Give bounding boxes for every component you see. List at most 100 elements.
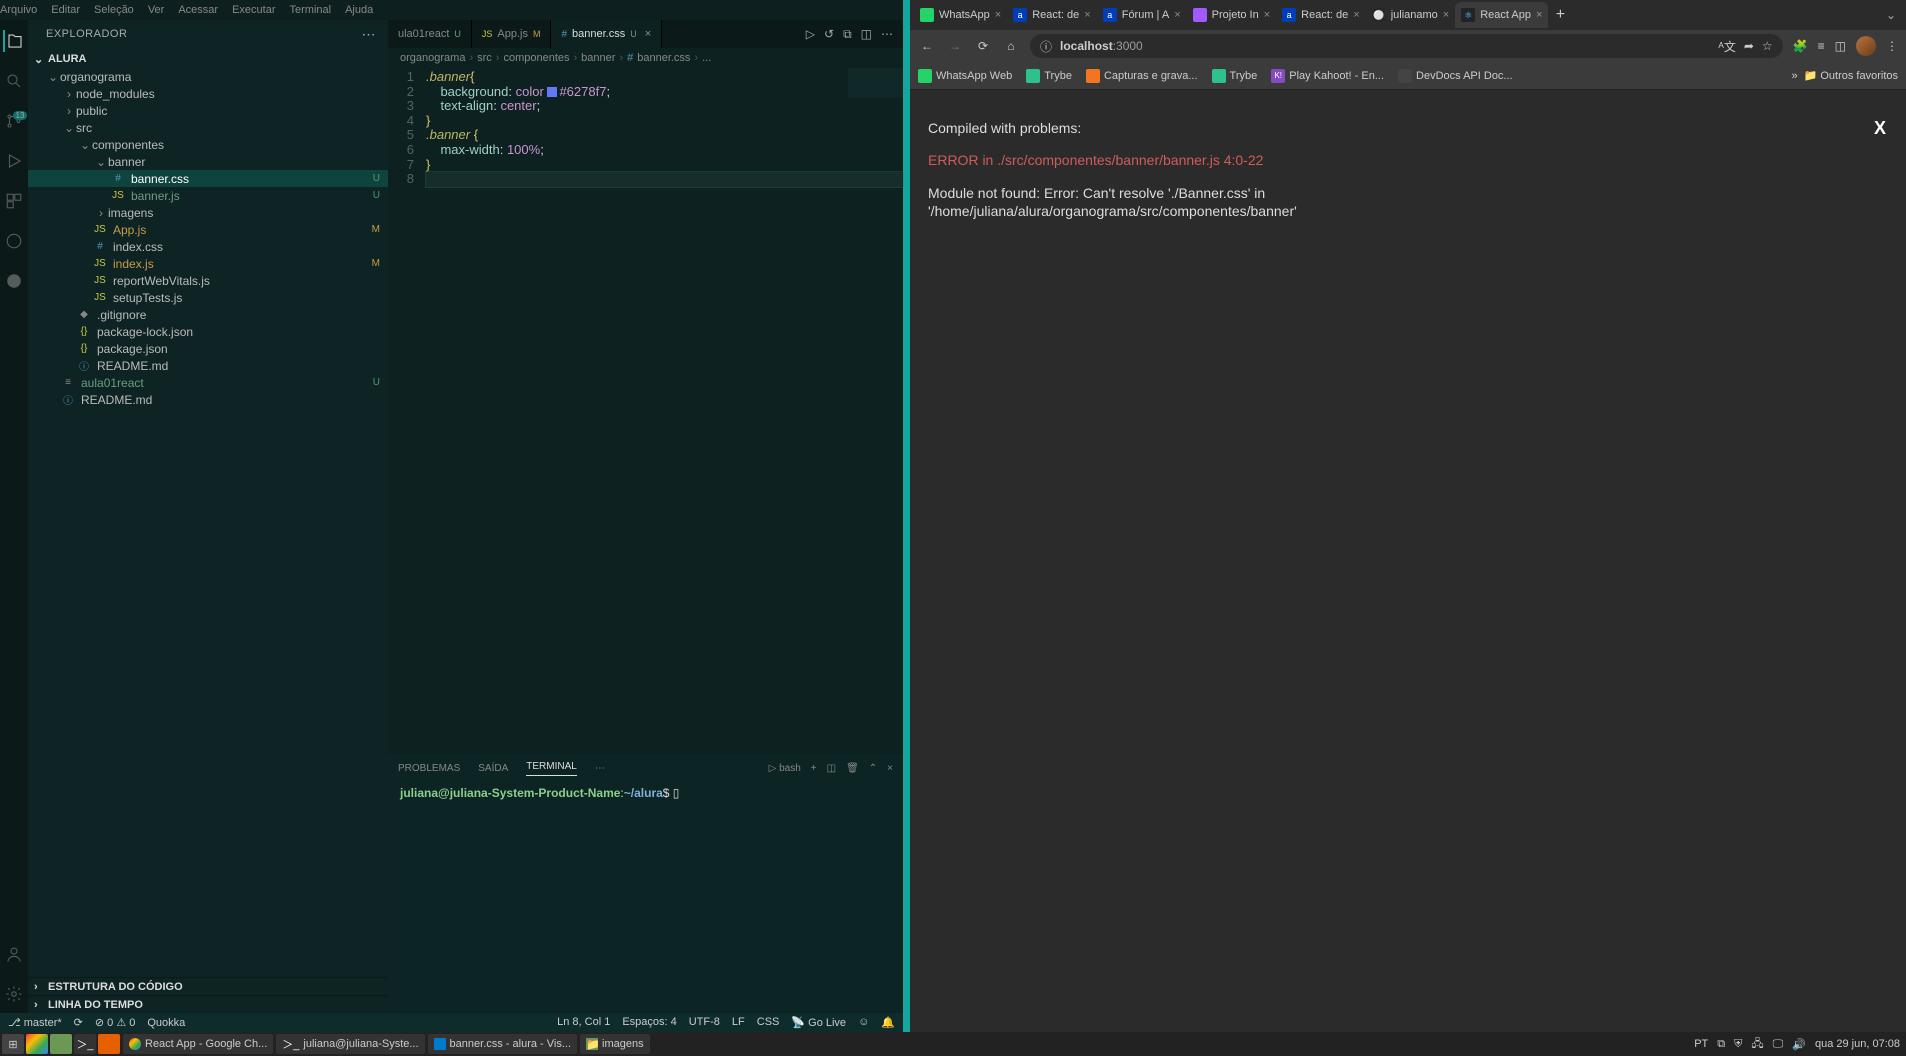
terminal-launcher-icon[interactable]: ＞_ (74, 1034, 96, 1054)
tray-dropbox-icon[interactable]: ⧉ (1717, 1038, 1725, 1051)
taskbar-task-0[interactable]: React App - Google Ch... (123, 1034, 273, 1054)
diff-icon[interactable]: ⧉ (843, 27, 852, 42)
panel-tab-terminal[interactable]: TERMINAL (526, 761, 577, 776)
chrome-menu-icon[interactable]: ⋮ (1886, 39, 1898, 53)
folder-componentes[interactable]: ⌄componentes (28, 136, 388, 153)
tab-aula01react[interactable]: ula01reactU (388, 20, 472, 48)
back-button[interactable]: ← (918, 37, 936, 55)
status-golive[interactable]: 📡 Go Live (791, 1016, 846, 1029)
close-panel-icon[interactable]: × (887, 763, 893, 774)
browser-tab-3[interactable]: Projeto In× (1187, 2, 1277, 28)
tab-app-js[interactable]: JSApp.jsM (472, 20, 552, 48)
files-launcher-icon[interactable] (50, 1034, 72, 1054)
panel-more-icon[interactable]: ⋯ (595, 763, 605, 774)
file-banner-css[interactable]: #banner.cssU (28, 170, 388, 187)
extensions-puzzle-icon[interactable]: 🧩 (1793, 39, 1808, 53)
file-setuptests[interactable]: JSsetupTests.js (28, 289, 388, 306)
menu-terminal[interactable]: Terminal (290, 4, 332, 16)
bookmark-2[interactable]: Capturas e grava... (1086, 69, 1198, 83)
more-actions-icon[interactable]: ⋯ (881, 27, 893, 41)
status-quokka[interactable]: Quokka (147, 1017, 185, 1029)
file-readme[interactable]: ⓘREADME.md (28, 357, 388, 374)
status-bell-icon[interactable]: 🔔 (881, 1016, 895, 1029)
status-sync[interactable]: ⟳ (74, 1016, 83, 1029)
menu-ajuda[interactable]: Ajuda (345, 4, 373, 16)
tray-shield-icon[interactable]: ⛨ (1734, 1038, 1742, 1051)
browser-tab-6[interactable]: ⚛React App× (1455, 2, 1548, 28)
bookmark-0[interactable]: WhatsApp Web (918, 69, 1012, 83)
extensions-icon[interactable] (3, 190, 25, 212)
reading-list-icon[interactable]: ≡ (1818, 39, 1825, 53)
show-apps-icon[interactable]: ⊞ (2, 1034, 24, 1054)
error-close-button[interactable]: X (1874, 118, 1886, 139)
github-icon[interactable] (3, 270, 25, 292)
file-reportwebvitals[interactable]: JSreportWebVitals.js (28, 272, 388, 289)
browser-tab-0[interactable]: WhatsApp× (914, 2, 1007, 28)
status-branch[interactable]: ⎇ master* (8, 1016, 62, 1029)
folder-public[interactable]: ›public (28, 102, 388, 119)
run-icon[interactable]: ▷ (806, 27, 815, 41)
shell-selector[interactable]: ▷ bash (769, 763, 801, 774)
menu-acessar[interactable]: Acessar (178, 4, 218, 16)
browser-tab-1[interactable]: aReact: de× (1007, 2, 1097, 28)
address-bar[interactable]: ⓘ localhost:3000 ᴬ文 ➦ ☆ (1030, 34, 1783, 58)
folder-banner[interactable]: ⌄banner (28, 153, 388, 170)
forward-button[interactable]: → (946, 37, 964, 55)
taskbar-task-2[interactable]: banner.css - alura - Vis... (428, 1034, 577, 1054)
folder-src[interactable]: ⌄src (28, 119, 388, 136)
status-eol[interactable]: LF (732, 1016, 745, 1029)
status-problems[interactable]: ⊘ 0 ⚠ 0 (95, 1016, 136, 1029)
file-aula01react[interactable]: ≡aula01reactU (28, 374, 388, 391)
bookmark-4[interactable]: K!Play Kahoot! - En... (1271, 69, 1384, 83)
history-icon[interactable]: ↺ (824, 27, 834, 41)
tab-banner-css[interactable]: #banner.cssU× (551, 20, 662, 48)
source-control-icon[interactable]: 13 (3, 110, 25, 132)
other-bookmarks[interactable]: 📁 Outros favoritos (1804, 69, 1898, 82)
home-button[interactable]: ⌂ (1002, 37, 1020, 55)
file-readme-root[interactable]: ⓘREADME.md (28, 391, 388, 408)
browser-tab-2[interactable]: aFórum | A× (1097, 2, 1187, 28)
translate-icon[interactable]: ᴬ文 (1718, 38, 1735, 55)
file-banner-js[interactable]: JSbanner.jsU (28, 187, 388, 204)
folder-root-header[interactable]: ⌄ALURA (28, 50, 388, 68)
file-app-js[interactable]: JSApp.jsM (28, 221, 388, 238)
reload-button[interactable]: ⟳ (974, 37, 992, 55)
status-language[interactable]: CSS (757, 1016, 780, 1029)
file-index-js[interactable]: JSindex.jsM (28, 255, 388, 272)
menu-selecao[interactable]: Seleção (94, 4, 134, 16)
trash-terminal-icon[interactable]: 🗑 (846, 763, 859, 774)
share-icon[interactable]: ➦ (1744, 39, 1754, 53)
status-cursor[interactable]: Ln 8, Col 1 (557, 1016, 610, 1029)
site-info-icon[interactable]: ⓘ (1040, 38, 1052, 55)
tray-network-icon[interactable]: 🖧 (1751, 1035, 1763, 1054)
live-share-icon[interactable] (3, 230, 25, 252)
new-terminal-icon[interactable]: + (811, 763, 817, 774)
file-package-lock[interactable]: {}package-lock.json (28, 323, 388, 340)
new-tab-button[interactable]: + (1548, 6, 1572, 24)
maximize-panel-icon[interactable]: ⌃ (869, 763, 877, 774)
bookmark-1[interactable]: Trybe (1026, 69, 1072, 83)
close-tab-icon[interactable]: × (645, 28, 651, 40)
panel-tab-problemas[interactable]: PROBLEMAS (398, 763, 460, 774)
star-icon[interactable]: ☆ (1762, 39, 1773, 53)
firefox-launcher-icon[interactable] (98, 1034, 120, 1054)
menu-executar[interactable]: Executar (232, 4, 275, 16)
bookmark-5[interactable]: DevDocs API Doc... (1398, 69, 1513, 83)
status-encoding[interactable]: UTF-8 (689, 1016, 720, 1029)
minimap[interactable] (848, 68, 903, 168)
accounts-icon[interactable] (3, 943, 25, 965)
file-gitignore[interactable]: ◆.gitignore (28, 306, 388, 323)
sidebar-more-icon[interactable]: ⋯ (362, 26, 377, 43)
terminal-body[interactable]: juliana@juliana-System-Product-Name:~/al… (388, 782, 903, 1013)
side-panel-icon[interactable]: ◫ (1835, 39, 1846, 53)
run-debug-icon[interactable] (3, 150, 25, 172)
taskbar-task-3[interactable]: 📁imagens (580, 1034, 650, 1054)
timeline-header[interactable]: ›LINHA DO TEMPO (28, 995, 388, 1013)
profile-avatar[interactable] (1856, 36, 1876, 56)
file-package-json[interactable]: {}package.json (28, 340, 388, 357)
folder-imagens[interactable]: ›imagens (28, 204, 388, 221)
split-editor-icon[interactable]: ◫ (861, 27, 872, 41)
bookmark-3[interactable]: Trybe (1212, 69, 1258, 83)
bookmark-overflow-icon[interactable]: » (1791, 70, 1797, 82)
breadcrumb[interactable]: organograma› src› componentes› banner› #… (388, 48, 903, 68)
